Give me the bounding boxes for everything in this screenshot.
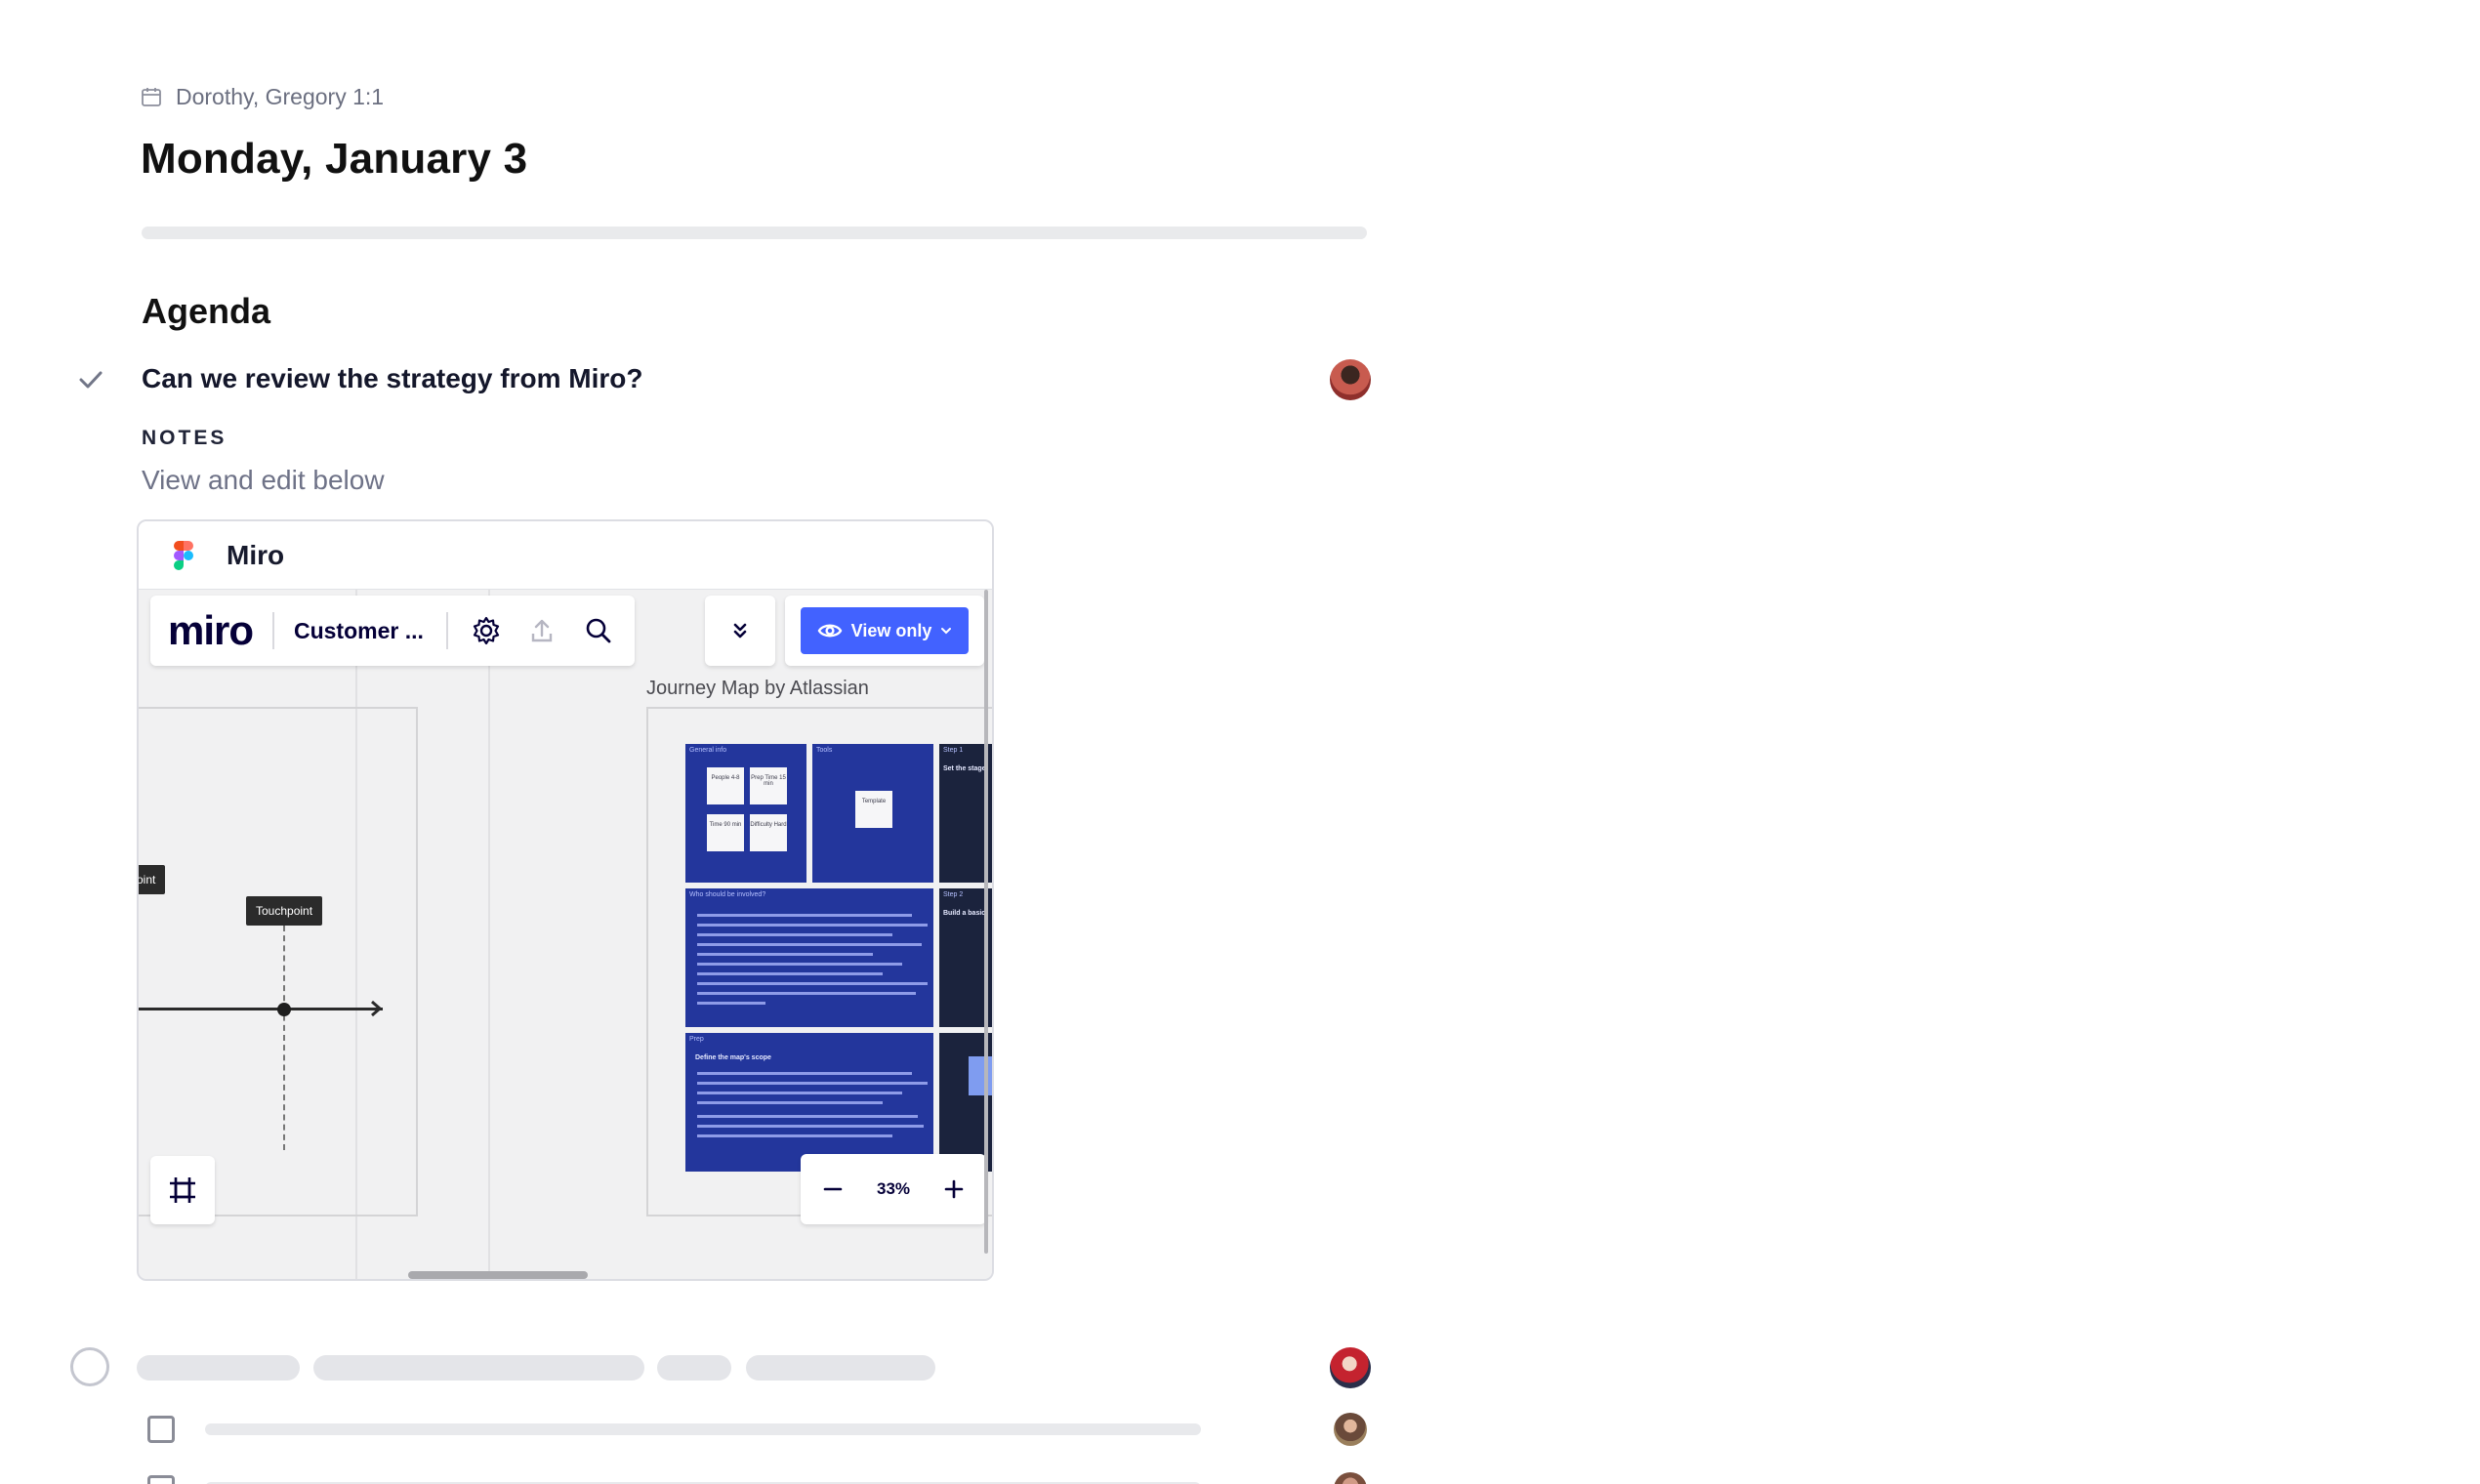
text-line — [697, 982, 928, 985]
frame-heading: Set the stage — [943, 765, 986, 772]
skeleton-text — [657, 1355, 731, 1381]
board-name[interactable]: Customer ... — [294, 618, 446, 644]
double-chevron-down-icon — [733, 623, 747, 639]
board-frame-general-info: General info People 4-8 Prep Time 15 min… — [685, 744, 806, 883]
text-line — [697, 1134, 892, 1137]
notes-label: NOTES — [142, 427, 227, 449]
toolbar-divider — [446, 612, 448, 649]
eye-icon — [817, 624, 843, 638]
sticky-note: Prep Time 15 min — [750, 767, 787, 804]
toolbar-divider — [272, 612, 274, 649]
text-line — [697, 914, 912, 917]
search-button[interactable] — [579, 611, 617, 650]
action-item-checkbox[interactable] — [147, 1475, 175, 1484]
touchpoint-tag-clipped: oint — [139, 865, 166, 894]
sticky-note: Difficulty Hard — [750, 814, 787, 851]
dashed-connector — [283, 926, 285, 1150]
frame-label: Step 2 — [943, 891, 964, 898]
settings-button[interactable] — [468, 611, 506, 650]
text-line — [697, 1101, 883, 1104]
title-divider — [142, 227, 1367, 239]
text-line — [697, 1115, 918, 1118]
meeting-series-label: Dorothy, Gregory 1:1 — [176, 83, 385, 109]
frame-label: Who should be involved? — [689, 891, 766, 898]
view-only-button[interactable]: View only — [801, 607, 969, 654]
grid-line — [488, 590, 490, 1279]
text-line — [697, 963, 902, 966]
text-line — [697, 953, 873, 956]
checkmark-icon[interactable] — [74, 363, 107, 396]
touchpoint-tag: Touchpoint — [246, 896, 323, 926]
zoom-in-icon[interactable] — [943, 1178, 965, 1200]
skeleton-text — [746, 1355, 935, 1381]
skeleton-text — [137, 1355, 300, 1381]
figma-icon — [174, 540, 193, 570]
sticky-note: Time 90 min — [707, 814, 744, 851]
sticky-note — [969, 1056, 992, 1095]
sticky-note: People 4-8 — [707, 767, 744, 804]
avatar[interactable] — [1330, 1347, 1371, 1388]
horizontal-scrollbar[interactable] — [408, 1271, 588, 1279]
avatar[interactable] — [1334, 1413, 1367, 1446]
frame-heading: Define the map's scope — [695, 1054, 771, 1061]
zoom-controls: 33% — [801, 1154, 986, 1224]
meeting-series-link[interactable]: Dorothy, Gregory 1:1 — [141, 82, 384, 111]
frame-label: Step 1 — [943, 747, 964, 754]
skeleton-line — [205, 1423, 1201, 1435]
zoom-out-icon[interactable] — [822, 1178, 844, 1200]
gear-icon — [474, 616, 500, 645]
sticky-note: Template — [855, 791, 892, 828]
agenda-heading: Agenda — [142, 291, 271, 331]
agenda-status-circle[interactable] — [70, 1347, 109, 1386]
text-line — [697, 924, 928, 927]
text-line — [697, 1092, 902, 1094]
text-line — [697, 972, 883, 975]
arrow-head-icon — [371, 1000, 383, 1017]
board-frame-outline — [139, 707, 418, 1216]
frame-heading: Build a basic — [943, 910, 986, 917]
text-line — [697, 1072, 912, 1075]
board-frame-prep: Prep Define the map's scope — [685, 1033, 933, 1172]
zoom-level[interactable]: 33% — [877, 1179, 910, 1199]
text-line — [697, 992, 916, 995]
frame-label: General info — [689, 747, 727, 754]
miro-toolbar: miro Customer ... — [150, 596, 635, 666]
frame-label: Tools — [816, 747, 833, 754]
frame-label: Prep — [689, 1036, 704, 1043]
calendar-icon — [142, 88, 161, 106]
text-line — [697, 1002, 765, 1005]
embed-provider-name: Miro — [227, 539, 285, 570]
search-icon — [586, 618, 610, 643]
miro-embed-card: Miro miro Customer ... View only Journey… — [137, 519, 994, 1281]
text-line — [697, 943, 922, 946]
action-item-checkbox[interactable] — [147, 1416, 175, 1443]
export-button[interactable] — [523, 611, 561, 650]
embed-header[interactable]: Miro — [139, 521, 992, 590]
avatar[interactable] — [1334, 1472, 1367, 1484]
frames-button[interactable] — [150, 1156, 215, 1224]
frame-icon — [170, 1177, 195, 1203]
board-title: Journey Map by Atlassian — [646, 678, 869, 699]
miro-board-canvas[interactable]: miro Customer ... View only Journey Map … — [139, 590, 992, 1279]
upload-icon — [532, 619, 553, 642]
page-title: Monday, January 3 — [141, 135, 528, 183]
touchpoint-dot — [277, 1003, 291, 1016]
board-frame-tools: Tools Template — [812, 744, 933, 883]
view-mode-label: View only — [850, 620, 932, 640]
vertical-scrollbar[interactable] — [984, 590, 988, 1254]
board-frame-who: Who should be involved? — [685, 888, 933, 1027]
view-mode-panel: View only — [785, 596, 984, 666]
avatar[interactable] — [1330, 359, 1371, 400]
text-line — [697, 1125, 924, 1128]
text-line — [697, 1082, 928, 1085]
notes-text[interactable]: View and edit below — [142, 465, 385, 496]
agenda-item-title[interactable]: Can we review the strategy from Miro? — [142, 363, 642, 394]
skeleton-text — [313, 1355, 644, 1381]
journey-axis — [139, 1008, 383, 1010]
miro-logo[interactable]: miro — [168, 607, 254, 654]
text-line — [697, 933, 892, 936]
chevron-down-icon — [941, 628, 952, 635]
collapse-toolbar-button[interactable] — [705, 596, 775, 666]
